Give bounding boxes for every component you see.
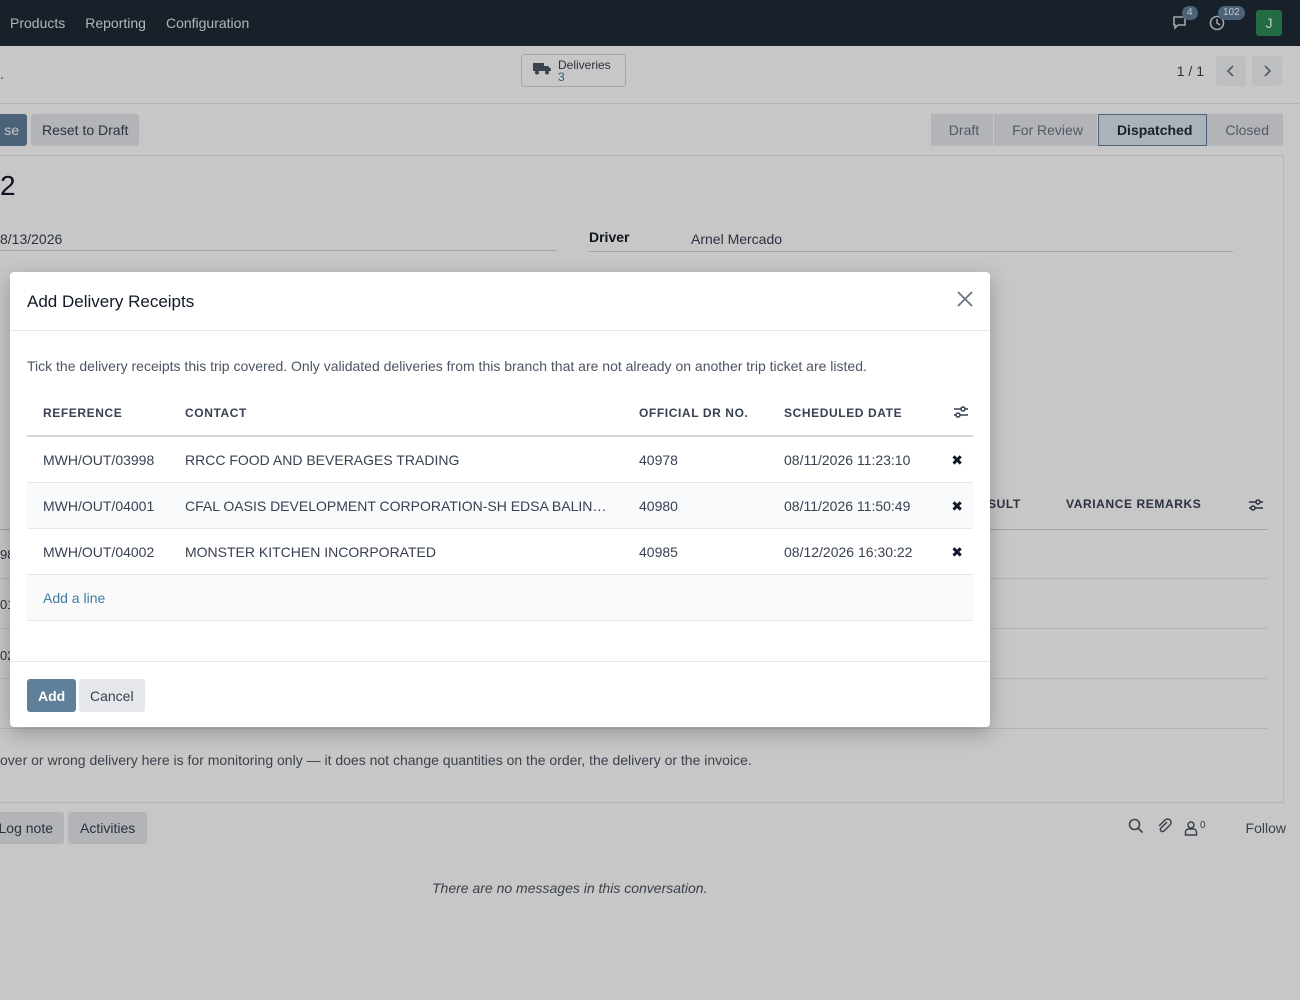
dialog-description: Tick the delivery receipts this trip cov… [27,358,867,374]
add-button[interactable]: Add [27,679,77,712]
cancel-button[interactable]: Cancel [79,679,145,712]
cell-contact: MONSTER KITCHEN INCORPORATED [185,544,436,560]
cell-scheduled-date: 08/11/2026 11:50:49 [784,498,911,514]
table-row[interactable]: MWH/OUT/04002 MONSTER KITCHEN INCORPORAT… [27,529,973,575]
cell-official-dr: 40985 [639,544,678,560]
cell-reference: MWH/OUT/04001 [43,498,155,514]
cell-official-dr: 40978 [639,452,678,468]
list-header: REFERENCE CONTACT OFFICIAL DR NO. SCHEDU… [27,389,973,437]
cell-contact: RRCC FOOD AND BEVERAGES TRADING [185,452,460,468]
dialog-body: Tick the delivery receipts this trip cov… [10,331,990,661]
delete-row-icon[interactable]: ✖ [951,544,963,561]
cell-reference: MWH/OUT/04002 [43,544,155,560]
cell-scheduled-date: 08/11/2026 11:23:10 [784,452,911,468]
column-scheduled-date[interactable]: SCHEDULED DATE [784,406,902,420]
table-row[interactable]: MWH/OUT/04001 CFAL OASIS DEVELOPMENT COR… [27,483,973,529]
add-a-line-link[interactable]: Add a line [43,590,105,606]
column-contact[interactable]: CONTACT [185,406,247,420]
add-delivery-receipts-dialog: Add Delivery Receipts Tick the delivery … [10,272,990,727]
cell-official-dr: 40980 [639,498,678,514]
table-row[interactable]: MWH/OUT/03998 RRCC FOOD AND BEVERAGES TR… [27,437,973,483]
cell-reference: MWH/OUT/03998 [43,452,155,468]
dialog-title: Add Delivery Receipts [27,292,195,311]
add-line-row: Add a line [27,575,973,621]
delete-row-icon[interactable]: ✖ [951,498,963,515]
delete-row-icon[interactable]: ✖ [951,452,963,469]
dialog-header: Add Delivery Receipts [10,272,990,331]
column-reference[interactable]: REFERENCE [43,406,122,420]
cell-scheduled-date: 08/12/2026 16:30:22 [784,544,913,560]
column-official-dr[interactable]: OFFICIAL DR NO. [639,406,748,420]
optional-columns-icon[interactable] [953,405,969,421]
dialog-footer: Add Cancel [10,661,990,727]
cell-contact: CFAL OASIS DEVELOPMENT CORPORATION-SH ED… [185,498,610,514]
close-icon[interactable] [954,290,976,312]
delivery-receipts-list: REFERENCE CONTACT OFFICIAL DR NO. SCHEDU… [27,389,973,621]
